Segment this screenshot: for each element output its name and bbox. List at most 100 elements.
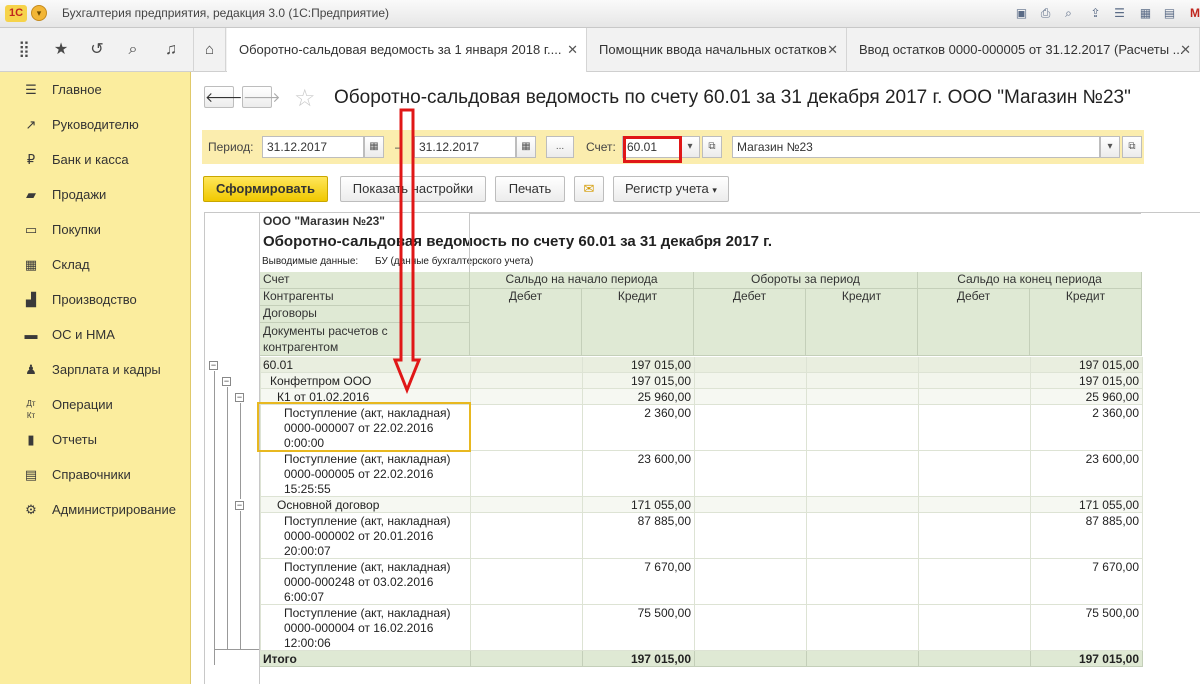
date-from-field[interactable]: 31.12.2017 xyxy=(262,136,364,158)
sidebar-item-admin[interactable]: ⚙ Администрирование xyxy=(0,496,191,524)
email-icon[interactable]: ✉ xyxy=(574,176,604,202)
collapse-icon[interactable]: − xyxy=(209,361,218,370)
tab-balance-entry[interactable]: Ввод остатков 0000-000005 от 31.12.2017 … xyxy=(847,28,1200,72)
col-credit: Кредит xyxy=(582,289,694,356)
account-highlight-box xyxy=(623,136,682,163)
chevron-down-icon[interactable]: ▾ xyxy=(680,136,700,158)
menu-lines-icon: ☰ xyxy=(25,82,37,97)
sidebar-item-payroll[interactable]: ♟ Зарплата и кадры xyxy=(0,356,191,384)
period-select-button[interactable]: ... xyxy=(546,136,574,158)
register-dropdown[interactable]: Регистр учета ▾ xyxy=(613,176,729,202)
sidebar-item-bank[interactable]: ₽ Банк и касса xyxy=(0,146,191,174)
sidebar-item-purchases[interactable]: ▭ Покупки xyxy=(0,216,191,244)
closing-credit-value: 25 960,00 xyxy=(1085,390,1139,404)
col-credit: Кредит xyxy=(1030,289,1142,356)
row-doc-line: Поступление (акт, накладная) xyxy=(284,452,451,466)
warehouse-grid-icon: ▦ xyxy=(24,257,38,272)
period-label: Период: xyxy=(208,140,254,154)
trend-arrow-icon: ↗ xyxy=(25,117,37,132)
row-doc-line: 6:00:07 xyxy=(284,590,325,604)
history-icon[interactable]: ↺ xyxy=(87,40,107,60)
page-title: Оборотно-сальдовая ведомость по счету 60… xyxy=(334,87,1131,108)
tab-label: Оборотно-сальдовая ведомость за 1 января… xyxy=(239,42,562,57)
total-row[interactable] xyxy=(260,651,1142,667)
report-form: 🡐 🡒 ☆ Оборотно-сальдовая ведомость по сч… xyxy=(192,72,1200,684)
save-icon[interactable]: ▣ xyxy=(1013,5,1030,22)
output-label: Выводимые данные: xyxy=(262,256,359,267)
organization-field[interactable]: Магазин №23 xyxy=(732,136,1100,158)
cart-icon: ▭ xyxy=(24,222,38,237)
apps-grid-icon[interactable]: ⣿ xyxy=(14,40,34,60)
shopping-bag-icon: ▰ xyxy=(26,187,36,202)
window-title-bar: 1С ▾ Бухгалтерия предприятия, редакция 3… xyxy=(0,0,1200,28)
sidebar-item-reports[interactable]: ▮ Отчеты xyxy=(0,426,191,454)
sidebar-item-main[interactable]: ☰ Главное xyxy=(0,76,191,104)
home-icon[interactable]: ⌂ xyxy=(193,28,226,72)
row-doc-line: 0000-000005 от 22.02.2016 xyxy=(284,467,434,481)
main-menu-button[interactable]: ▾ xyxy=(31,5,47,21)
upload-icon[interactable]: ⇪ xyxy=(1087,5,1104,22)
sidebar-item-warehouse[interactable]: ▦ Склад xyxy=(0,251,191,279)
col-debit: Дебет xyxy=(694,289,806,356)
sidebar-item-operations[interactable]: Дт Кт Операции xyxy=(0,391,191,420)
app-title: Бухгалтерия предприятия, редакция 3.0 (1… xyxy=(62,6,390,20)
print-button[interactable]: Печать xyxy=(495,176,565,202)
row-doc-line: 0000-000248 от 03.02.2016 xyxy=(284,575,434,589)
collapse-icon[interactable]: − xyxy=(235,501,244,510)
closing-credit-value: 171 055,00 xyxy=(1078,498,1139,512)
sidebar-item-sales[interactable]: ▰ Продажи xyxy=(0,181,191,209)
calendar-icon[interactable]: ▦ xyxy=(364,136,384,158)
preview-icon[interactable]: ⌕ xyxy=(1060,5,1077,22)
row-name: 60.01 xyxy=(263,358,294,372)
favorites-star-icon[interactable]: ★ xyxy=(51,40,71,60)
dt-kt-icon: Дт Кт xyxy=(26,399,36,420)
row-doc-line: Поступление (акт, накладная) xyxy=(284,514,451,528)
tab-label: Ввод остатков 0000-000005 от 31.12.2017 … xyxy=(859,42,1184,57)
collapse-icon[interactable]: − xyxy=(222,377,231,386)
row-doc-line: Поступление (акт, накладная) xyxy=(284,606,451,620)
favorite-star-icon[interactable]: ☆ xyxy=(294,84,316,113)
close-icon[interactable]: ✕ xyxy=(1180,28,1191,72)
red-arrow-annotation xyxy=(392,108,422,394)
search-icon[interactable]: ⌕ xyxy=(123,40,143,60)
sidebar-item-catalogs[interactable]: ▤ Справочники xyxy=(0,461,191,489)
close-icon[interactable]: ✕ xyxy=(827,28,838,72)
opening-credit-value: 7 670,00 xyxy=(644,560,691,574)
collapse-icon[interactable]: − xyxy=(235,393,244,402)
calendar-icon[interactable]: ▤ xyxy=(1161,5,1178,22)
calendar-icon[interactable]: ▦ xyxy=(516,136,536,158)
sidebar-item-production[interactable]: ▟ Производство xyxy=(0,286,191,314)
list-icon[interactable]: ☰ xyxy=(1111,5,1128,22)
col-contracts: Договоры xyxy=(260,306,470,323)
opening-credit-value: 171 055,00 xyxy=(630,498,691,512)
col-credit: Кредит xyxy=(806,289,918,356)
sheet-heading: Оборотно-сальдовая ведомость по счету 60… xyxy=(263,233,773,250)
col-debit: Дебет xyxy=(918,289,1030,356)
closing-credit-value: 197 015,00 xyxy=(1078,358,1139,372)
notifications-bell-icon[interactable]: ♫ xyxy=(161,40,181,60)
chevron-down-icon[interactable]: ▾ xyxy=(1100,136,1120,158)
calculator-icon[interactable]: ▦ xyxy=(1137,5,1154,22)
total-label: Итого xyxy=(263,652,297,666)
row-name: Поступление (акт, накладная) 0000-000002 … xyxy=(284,514,465,559)
open-icon[interactable]: ⧉ xyxy=(1122,136,1142,158)
closing-credit-value: 75 500,00 xyxy=(1085,606,1139,620)
total-opening-credit: 197 015,00 xyxy=(630,652,691,666)
back-button[interactable]: 🡐 xyxy=(204,86,243,108)
row-name: Основной договор xyxy=(277,498,380,512)
truck-icon: ▬ xyxy=(24,327,38,342)
close-icon[interactable]: ✕ xyxy=(567,28,578,72)
selected-row-highlight xyxy=(257,402,471,452)
print-icon[interactable]: ⎙ xyxy=(1037,5,1054,22)
tab-osv-jan[interactable]: Оборотно-сальдовая ведомость за 1 января… xyxy=(227,28,587,72)
closing-credit-value: 23 600,00 xyxy=(1085,452,1139,466)
ruble-coin-icon: ₽ xyxy=(26,152,36,167)
sidebar-item-assets[interactable]: ▬ ОС и НМА xyxy=(0,321,191,349)
forward-button[interactable]: 🡒 xyxy=(242,86,281,108)
generate-button[interactable]: Сформировать xyxy=(203,176,328,202)
date-to-field[interactable]: 31.12.2017 xyxy=(414,136,516,158)
open-icon[interactable]: ⧉ xyxy=(702,136,722,158)
row-name: Поступление (акт, накладная) 0000-000004 … xyxy=(284,606,465,651)
tab-opening-balances-wizard[interactable]: Помощник ввода начальных остатков ✕ xyxy=(587,28,847,72)
sidebar-item-manager[interactable]: ↗ Руководителю xyxy=(0,111,191,139)
